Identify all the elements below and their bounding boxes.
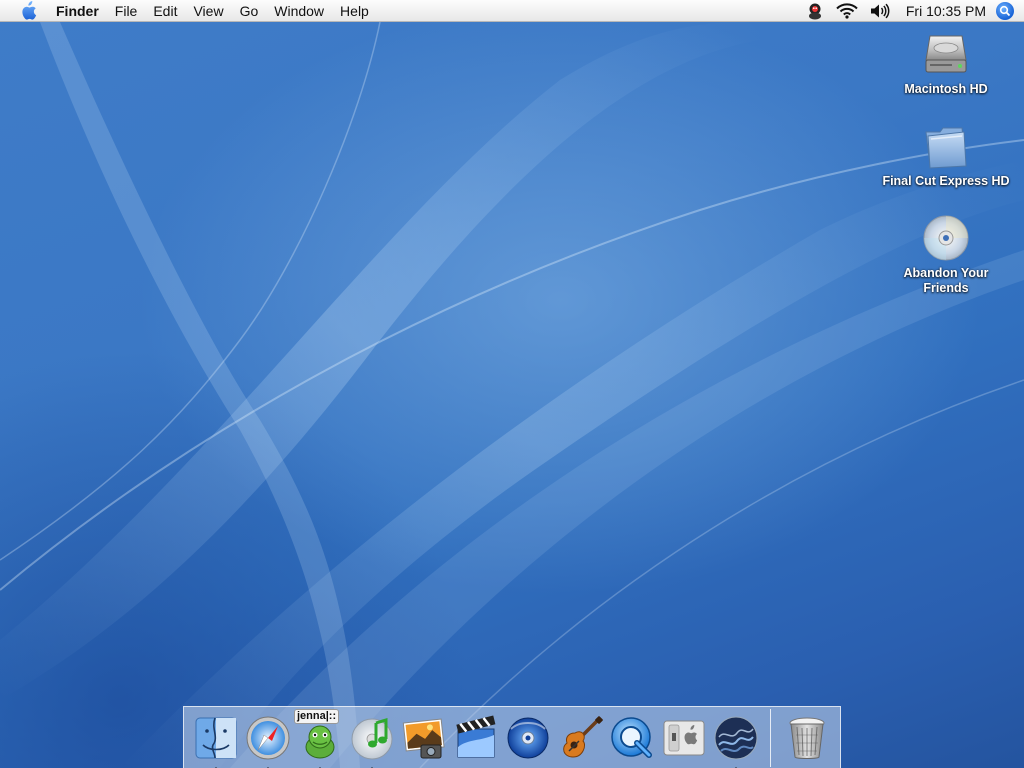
wallpaper-swirls [0, 21, 1024, 768]
menu-finder[interactable]: Finder [56, 0, 107, 22]
cd-disc-icon [923, 215, 969, 261]
dock-item-idvd[interactable] [502, 712, 554, 764]
itunes-icon [351, 717, 393, 759]
desktop[interactable] [0, 0, 1024, 768]
folder-icon [925, 127, 967, 169]
iphoto-icon [402, 718, 445, 758]
volume-menu[interactable] [864, 0, 896, 22]
wifi-icon [836, 2, 858, 19]
dock-item-garageband[interactable] [554, 712, 606, 764]
trash-icon [789, 717, 825, 759]
dock-item-safari[interactable] [242, 712, 294, 768]
finder-icon [195, 717, 237, 758]
desktop-icon-label: Final Cut Express HD [882, 174, 1010, 188]
quicktime-icon [611, 716, 652, 758]
dock-item-quicktime[interactable] [606, 712, 658, 764]
menu-help[interactable]: Help [332, 0, 377, 22]
menu-file[interactable]: File [107, 0, 146, 22]
dock-item-adium[interactable]: jenna|:: [294, 708, 346, 768]
dock-item-imovie[interactable] [450, 712, 502, 764]
idvd-icon [507, 717, 549, 758]
volume-icon [870, 3, 890, 18]
spotlight-icon[interactable] [996, 1, 1014, 20]
dock-item-dashboard[interactable] [710, 712, 762, 768]
menu-go[interactable]: Go [232, 0, 267, 22]
apple-logo-icon [22, 0, 37, 20]
dashboard-wave-icon [714, 716, 758, 759]
garageband-guitar-icon [563, 715, 603, 758]
wifi-menu[interactable] [830, 0, 864, 22]
adium-status-menu[interactable] [800, 0, 830, 22]
menu-edit[interactable]: Edit [145, 0, 185, 22]
menu-extras: Fri 10:35 PM [800, 0, 1024, 22]
dock-item-iphoto[interactable] [398, 712, 450, 764]
menu-clock[interactable]: Fri 10:35 PM [896, 0, 996, 22]
dock-separator [770, 708, 771, 767]
dock-item-system-preferences[interactable] [658, 712, 710, 764]
system-preferences-icon [663, 720, 705, 755]
desktop-icon-macintosh-hd[interactable]: Macintosh HD [886, 30, 1006, 97]
safari-compass-icon [246, 716, 290, 759]
magnifier-glyph [999, 5, 1011, 16]
dock-item-trash[interactable] [781, 712, 833, 764]
desktop-icon-final-cut-express-hd[interactable]: Final Cut Express HD [876, 122, 1016, 189]
menu-view[interactable]: View [185, 0, 231, 22]
adium-status-badge: jenna|:: [294, 708, 340, 724]
desktop-icon-abandon-your-friends[interactable]: Abandon Your Friends [886, 214, 1006, 296]
dock-item-finder[interactable] [190, 712, 242, 768]
imovie-icon [456, 715, 496, 757]
hard-drive-icon [925, 35, 967, 73]
desktop-icon-label: Macintosh HD [904, 82, 988, 96]
menu-window[interactable]: Window [266, 0, 332, 22]
desktop-icon-label: Abandon Your Friends [903, 266, 989, 295]
dock: jenna|:: [183, 706, 841, 768]
menu-bar: Finder File Edit View Go Window Help Fri… [0, 0, 1024, 22]
adium-duck-icon [808, 3, 821, 19]
dock-item-itunes[interactable] [346, 712, 398, 768]
apple-menu[interactable] [0, 0, 56, 21]
